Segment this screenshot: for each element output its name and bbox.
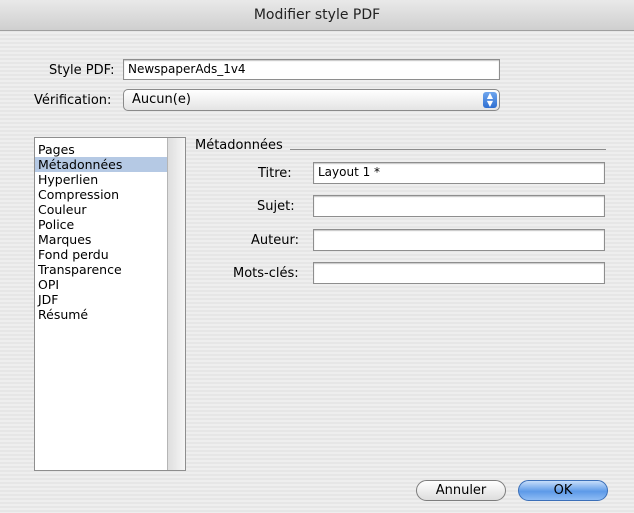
list-item-marques[interactable]: Marques xyxy=(35,232,167,247)
list-item-hyperlien[interactable]: Hyperlien xyxy=(35,172,167,187)
list-item-transparence[interactable]: Transparence xyxy=(35,262,167,277)
sujet-label: Sujet: xyxy=(257,199,295,214)
list-item-couleur[interactable]: Couleur xyxy=(35,202,167,217)
list-item-fond-perdu[interactable]: Fond perdu xyxy=(35,247,167,262)
list-item-jdf[interactable]: JDF xyxy=(35,292,167,307)
style-pdf-label: Style PDF: xyxy=(49,63,115,78)
titre-label: Titre: xyxy=(258,166,292,181)
updown-chevron-icon: ▲ ▼ xyxy=(483,92,497,108)
category-list[interactable]: Pages Métadonnées Hyperlien Compression … xyxy=(34,137,186,471)
list-item-pages[interactable]: Pages xyxy=(35,142,167,157)
metadata-group-title: Métadonnées xyxy=(195,138,283,153)
mots-cles-input[interactable] xyxy=(313,262,605,284)
list-scrollbar[interactable] xyxy=(167,138,185,470)
verification-label: Vérification: xyxy=(34,93,112,108)
auteur-label: Auteur: xyxy=(251,233,299,248)
mots-cles-label: Mots-clés: xyxy=(233,266,299,281)
list-item-resume[interactable]: Résumé xyxy=(35,307,167,322)
category-items: Pages Métadonnées Hyperlien Compression … xyxy=(35,142,167,322)
titre-input[interactable]: Layout 1 * xyxy=(313,162,605,184)
style-pdf-input[interactable]: NewspaperAds_1v4 xyxy=(123,59,500,80)
list-item-opi[interactable]: OPI xyxy=(35,277,167,292)
sujet-input[interactable] xyxy=(313,195,605,217)
cancel-button[interactable]: Annuler xyxy=(416,480,506,501)
ok-button[interactable]: OK xyxy=(518,480,608,501)
auteur-input[interactable] xyxy=(313,229,605,251)
verification-select[interactable]: Aucun(e) ▲ ▼ xyxy=(123,89,500,111)
list-item-metadonnees[interactable]: Métadonnées xyxy=(35,157,167,172)
group-divider xyxy=(290,149,606,150)
window-title: Modifier style PDF xyxy=(0,0,634,31)
dialog-window: Modifier style PDF Style PDF: NewspaperA… xyxy=(0,0,634,513)
list-item-compression[interactable]: Compression xyxy=(35,187,167,202)
list-item-police[interactable]: Police xyxy=(35,217,167,232)
verification-value: Aucun(e) xyxy=(132,92,191,107)
